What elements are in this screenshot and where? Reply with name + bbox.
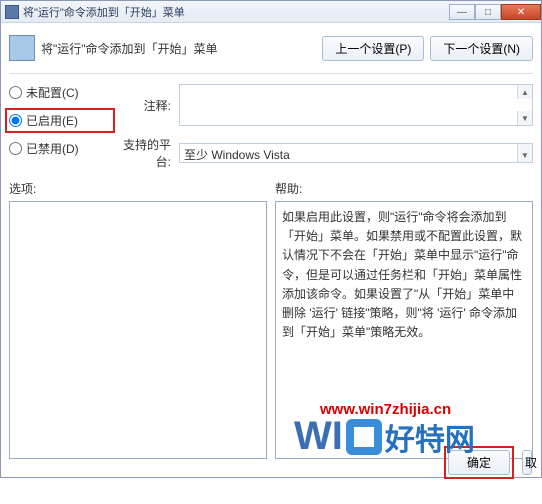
radio-disabled-input[interactable]	[9, 142, 22, 155]
radio-not-configured-input[interactable]	[9, 86, 22, 99]
comment-textarea[interactable]: ▲ ▼	[179, 84, 533, 126]
scroll-down-icon[interactable]: ▼	[517, 148, 532, 162]
radio-disabled[interactable]: 已禁用(D)	[9, 140, 115, 157]
prev-setting-button[interactable]: 上一个设置(P)	[322, 36, 424, 61]
watermark-logo: WI 好特网	[294, 414, 475, 459]
radio-disabled-label: 已禁用(D)	[26, 140, 79, 157]
help-label: 帮助:	[275, 180, 533, 197]
platform-value: 至少 Windows Vista	[184, 148, 290, 162]
window-title: 将"运行"命令添加到「开始」菜单	[23, 4, 185, 20]
radio-not-configured-label: 未配置(C)	[26, 84, 79, 101]
radio-not-configured[interactable]: 未配置(C)	[9, 84, 115, 101]
page-title: 将"运行"命令添加到「开始」菜单	[41, 40, 322, 57]
scroll-up-icon[interactable]: ▲	[517, 85, 532, 99]
watermark-icon	[346, 419, 382, 455]
comment-label: 注释:	[115, 97, 171, 114]
maximize-button[interactable]: □	[475, 4, 501, 20]
close-button[interactable]: ✕	[501, 4, 541, 20]
options-label: 选项:	[9, 180, 267, 197]
policy-icon	[9, 35, 35, 61]
radio-enabled-label: 已启用(E)	[26, 112, 78, 129]
radio-enabled-input[interactable]	[9, 114, 22, 127]
options-pane	[9, 201, 267, 459]
titlebar: 将"运行"命令添加到「开始」菜单 — □ ✕	[1, 1, 541, 23]
cancel-button-partial[interactable]: 取	[522, 450, 532, 475]
scroll-down-icon[interactable]: ▼	[517, 111, 532, 125]
radio-enabled[interactable]: 已启用(E)	[9, 112, 111, 129]
app-icon	[5, 5, 19, 19]
help-text: 如果启用此设置，则"运行"命令将会添加到「开始」菜单。如果禁用或不配置此设置，默…	[282, 210, 522, 339]
next-setting-button[interactable]: 下一个设置(N)	[430, 36, 533, 61]
platform-field: 至少 Windows Vista ▲ ▼	[179, 143, 533, 163]
minimize-button[interactable]: —	[449, 4, 475, 20]
platform-label: 支持的平台:	[115, 136, 171, 170]
